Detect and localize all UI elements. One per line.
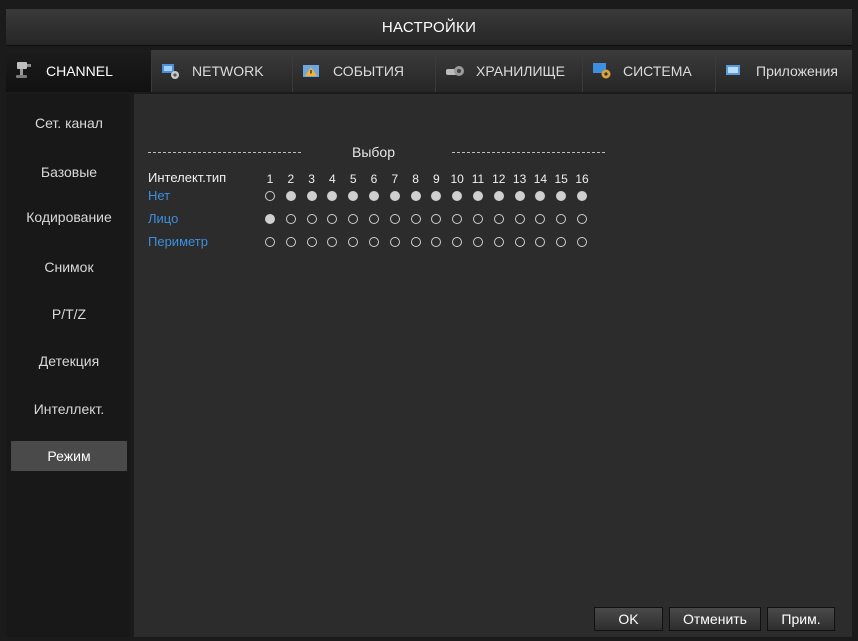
mode-radio[interactable] [369,237,379,247]
mode-radio[interactable] [410,214,421,224]
channel-number-13: 13 [512,172,527,186]
apps-icon [726,65,740,75]
sidebar: Сет. канал Базовые Кодирование Снимок P/… [6,94,130,637]
tab-label: СОБЫТИЯ [333,63,404,79]
tab-bar: CHANNEL NETWORK СОБЫТИЯ ХРАНИЛИЩЕ СИСТЕМ… [6,50,852,92]
mode-radio[interactable] [265,237,275,247]
sidebar-item-net-channel[interactable]: Сет. канал [11,108,127,138]
mode-radio[interactable] [389,237,400,247]
mode-radio[interactable] [369,191,379,201]
sidebar-item-label: Базовые [40,164,98,180]
window-title: НАСТРОЙКИ [6,9,852,46]
sidebar-item-label: Режим [47,448,91,464]
mode-radio[interactable] [514,237,525,247]
tab-label: Приложения [756,63,838,79]
mode-radio[interactable] [473,237,483,247]
channel-number-7: 7 [391,172,399,186]
intel-type-label: Интелект.тип [148,170,227,185]
sidebar-item-snapshot[interactable]: Снимок [11,252,127,282]
mode-radio[interactable] [577,237,587,247]
channel-number-15: 15 [554,172,568,186]
selection-header: Выбор [352,144,395,160]
mode-radio[interactable] [265,191,275,201]
mode-radio[interactable] [493,214,504,224]
sidebar-item-intelligence[interactable]: Интеллект. [11,394,127,424]
sidebar-item-encoding[interactable]: Кодирование [11,202,127,232]
tab-events[interactable]: СОБЫТИЯ [293,50,436,92]
channel-number-1: 1 [266,172,274,186]
mode-radio[interactable] [473,191,483,201]
tab-system[interactable]: СИСТЕМА [583,50,716,92]
storage-icon [446,66,464,76]
tab-apps[interactable]: Приложения [716,50,852,92]
mode-radio[interactable] [265,214,275,224]
header-divider-right [452,152,605,153]
channel-number-2: 2 [287,172,295,186]
channel-number-10: 10 [450,172,464,186]
mode-radio[interactable] [306,237,317,247]
channel-number-3: 3 [308,172,315,186]
mode-radio[interactable] [577,214,587,224]
row-label-face: Лицо [148,211,179,226]
sidebar-item-label: P/T/Z [51,306,87,322]
mode-radio[interactable] [389,191,400,201]
mode-radio[interactable] [473,214,483,224]
sidebar-item-label: Интеллект. [33,401,105,417]
tab-label: СИСТЕМА [623,63,692,79]
tab-label: CHANNEL [46,63,113,79]
events-icon [303,65,319,77]
mode-radio[interactable] [493,237,504,247]
ok-button[interactable]: OK [594,607,663,631]
sidebar-item-label: Снимок [44,259,94,275]
sidebar-item-detection[interactable]: Детекция [11,346,127,376]
row-label-perimeter: Периметр [148,234,208,249]
sidebar-item-label: Кодирование [26,209,112,225]
sidebar-item-label: Детекция [38,353,100,369]
network-icon [162,64,179,79]
mode-radio[interactable] [389,214,400,224]
sidebar-item-mode[interactable]: Режим [11,441,127,471]
mode-radio[interactable] [285,214,296,224]
mode-radio[interactable] [410,191,421,201]
mode-radio[interactable] [369,214,379,224]
cancel-button[interactable]: Отменить [669,607,761,631]
mode-radio[interactable] [285,191,296,201]
channel-number-12: 12 [492,172,506,186]
channel-number-14: 14 [533,172,548,186]
mode-radio[interactable] [306,214,317,224]
tab-storage[interactable]: ХРАНИЛИЩЕ [436,50,583,92]
mode-radio[interactable] [577,191,587,201]
settings-window: НАСТРОЙКИ CHANNEL NETWORK СОБЫТИЯ ХРАНИЛ… [0,0,858,641]
channel-number-8: 8 [412,172,419,186]
apply-button[interactable]: Прим. [767,607,835,631]
tab-channel[interactable]: CHANNEL [6,50,152,92]
tab-network[interactable]: NETWORK [152,50,293,92]
sidebar-item-ptz[interactable]: P/T/Z [11,299,127,329]
row-label-none: Нет [148,188,171,203]
mode-radio[interactable] [493,191,504,201]
header-divider-left [148,152,301,153]
channel-number-16: 16 [575,172,589,186]
mode-radio[interactable] [306,191,317,201]
window-title-text: НАСТРОЙКИ [381,18,477,36]
channel-number-4: 4 [329,172,336,186]
sidebar-item-label: Сет. канал [35,115,103,131]
channel-number-11: 11 [471,172,485,186]
mode-radio[interactable] [410,237,421,247]
camera-icon [16,62,31,78]
mode-radio[interactable] [285,237,296,247]
channel-number-9: 9 [433,172,440,186]
mode-radio[interactable] [514,214,525,224]
sidebar-item-basic[interactable]: Базовые [11,157,127,187]
tab-label: NETWORK [192,63,264,79]
channel-number-5: 5 [349,172,357,186]
system-icon [593,63,611,79]
tab-label: ХРАНИЛИЩЕ [476,63,565,79]
channel-number-6: 6 [370,172,378,186]
mode-radio[interactable] [514,191,525,201]
